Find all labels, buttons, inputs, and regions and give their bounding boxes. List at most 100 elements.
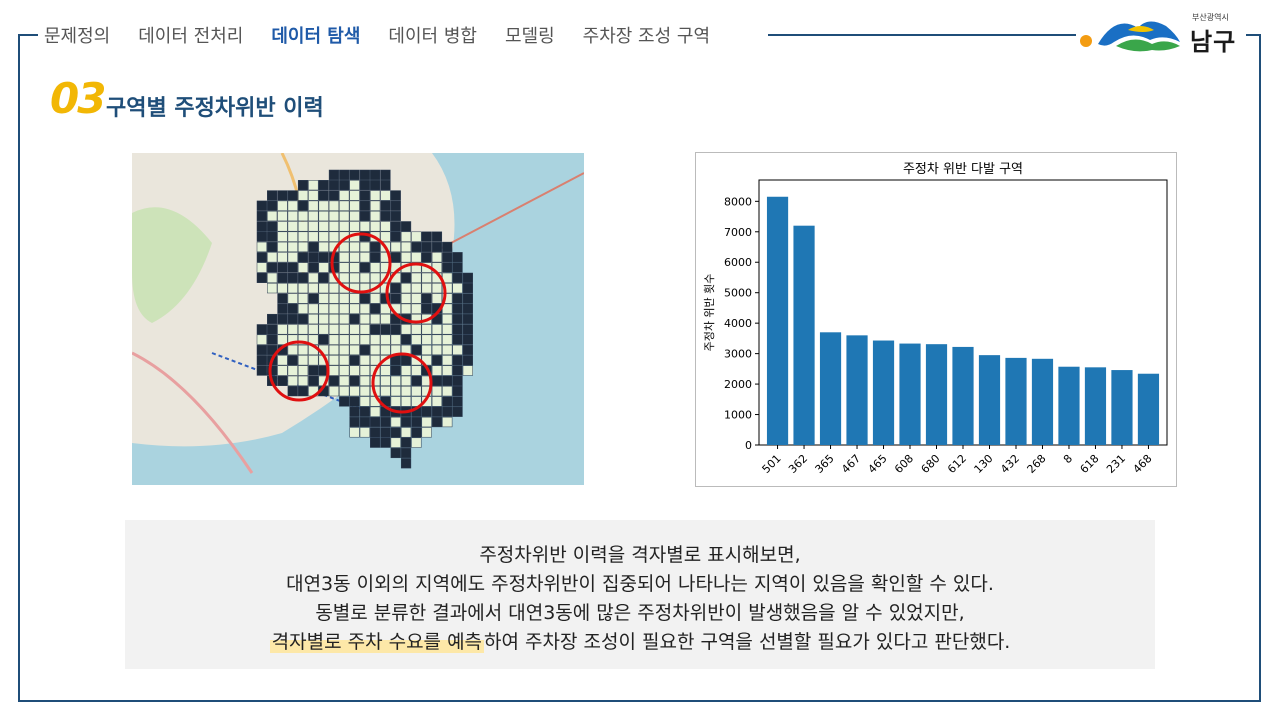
x-tick-label: 365 [813, 452, 837, 476]
grid-cell [287, 303, 298, 314]
grid-cell [308, 210, 319, 222]
grid-cell [287, 313, 298, 325]
y-tick-label: 5000 [724, 287, 752, 300]
nav-item-modeling[interactable]: 모델링 [505, 22, 555, 48]
grid-cell [411, 252, 422, 263]
grid-cell [411, 272, 422, 283]
grid-cell [400, 252, 412, 263]
grid-cell [400, 355, 412, 366]
grid-cell [370, 180, 381, 191]
grid-cell [308, 272, 319, 283]
grid-cell [400, 272, 412, 283]
grid-cell [297, 262, 309, 273]
grid-cell [328, 283, 340, 294]
grid-cell [339, 190, 350, 201]
grid-cell [452, 252, 463, 263]
grid-cell [318, 262, 329, 273]
y-tick-label: 2000 [724, 378, 752, 391]
grid-cell [277, 252, 288, 263]
grid-cell [256, 355, 267, 366]
nav-item-exploration[interactable]: 데이터 탐색 [271, 22, 360, 48]
frame-top-line-end [1244, 34, 1261, 36]
x-tick-label: 231 [1104, 452, 1128, 476]
logo-district-text: 남구 [1190, 28, 1237, 56]
nav-item-preprocessing[interactable]: 데이터 전처리 [138, 22, 243, 48]
grid-cell [370, 272, 381, 283]
grid-cell [431, 406, 443, 417]
grid-cell [318, 303, 329, 314]
nav-item-parking-zone[interactable]: 주차장 조성 구역 [583, 22, 710, 48]
grid-cell [287, 344, 298, 356]
x-tick-label: 612 [945, 452, 969, 476]
grid-cell [380, 180, 391, 191]
grid-cell [318, 241, 329, 253]
grid-cell [308, 221, 319, 232]
grid-cell [339, 355, 350, 366]
grid-cell [411, 427, 422, 438]
grid-cell [287, 324, 298, 335]
grid-cell [277, 324, 288, 335]
grid-cell [359, 303, 370, 314]
grid-cell [267, 324, 278, 335]
bar [1005, 357, 1027, 445]
grid-cell [287, 283, 298, 294]
grid-cell [256, 262, 267, 273]
grid-cell [256, 241, 267, 253]
grid-cell [380, 334, 391, 345]
grid-cell [308, 252, 319, 263]
grid-cell [421, 303, 432, 314]
grid-cell [411, 324, 422, 335]
nav-item-problem[interactable]: 문제정의 [44, 22, 110, 48]
bar [1111, 370, 1133, 445]
grid-cell [370, 293, 381, 304]
grid-cell [380, 365, 391, 376]
grid-cell [308, 375, 319, 386]
grid-cell [442, 355, 453, 366]
grid-cell [442, 313, 453, 325]
grid-cell [287, 200, 298, 211]
grid-cell [452, 344, 463, 356]
highlighted-phrase: 격자별로 주차 수요를 예측 [269, 631, 485, 653]
grid-cell [256, 334, 267, 345]
grid-cell [349, 252, 360, 263]
grid-cell [431, 416, 443, 428]
y-tick-label: 6000 [724, 256, 752, 269]
grid-cell [267, 210, 278, 222]
grid-cell [442, 396, 453, 407]
x-tick-label: 465 [866, 452, 890, 476]
grid-cell [431, 355, 443, 366]
grid-cell [339, 303, 350, 314]
grid-cell [411, 437, 422, 448]
grid-cell [297, 324, 309, 335]
grid-cell [390, 221, 401, 232]
grid-cell [442, 241, 453, 253]
grid-cell [400, 324, 412, 335]
grid-cell [339, 169, 350, 180]
grid-cell [318, 313, 329, 325]
grid-cell [452, 406, 463, 417]
frame-top-line-right [768, 34, 1078, 36]
grid-cell [328, 169, 340, 180]
grid-cell [349, 416, 360, 428]
grid-cell [277, 313, 288, 325]
grid-cell [277, 303, 288, 314]
y-tick-label: 8000 [724, 195, 752, 208]
grid-cell [339, 365, 350, 376]
grid-cell [339, 293, 350, 304]
grid-cell [297, 272, 309, 283]
grid-cell [462, 324, 473, 335]
nav-item-merge[interactable]: 데이터 병합 [388, 22, 477, 48]
grid-cell [328, 293, 340, 304]
grid-cell [359, 344, 370, 356]
description-line-2: 대연3동 이외의 지역에도 주정차위반이 집중되어 나타나는 지역이 있음을 확… [286, 573, 994, 595]
grid-cell [462, 303, 473, 314]
grid-cell [328, 375, 340, 386]
grid-cell [370, 437, 381, 448]
grid-cell [400, 396, 412, 407]
grid-cell [349, 334, 360, 345]
bar [1058, 366, 1080, 445]
grid-cell [400, 427, 412, 438]
grid-cell [452, 324, 463, 335]
grid-cell [380, 386, 391, 397]
x-tick-label: 501 [760, 452, 784, 476]
